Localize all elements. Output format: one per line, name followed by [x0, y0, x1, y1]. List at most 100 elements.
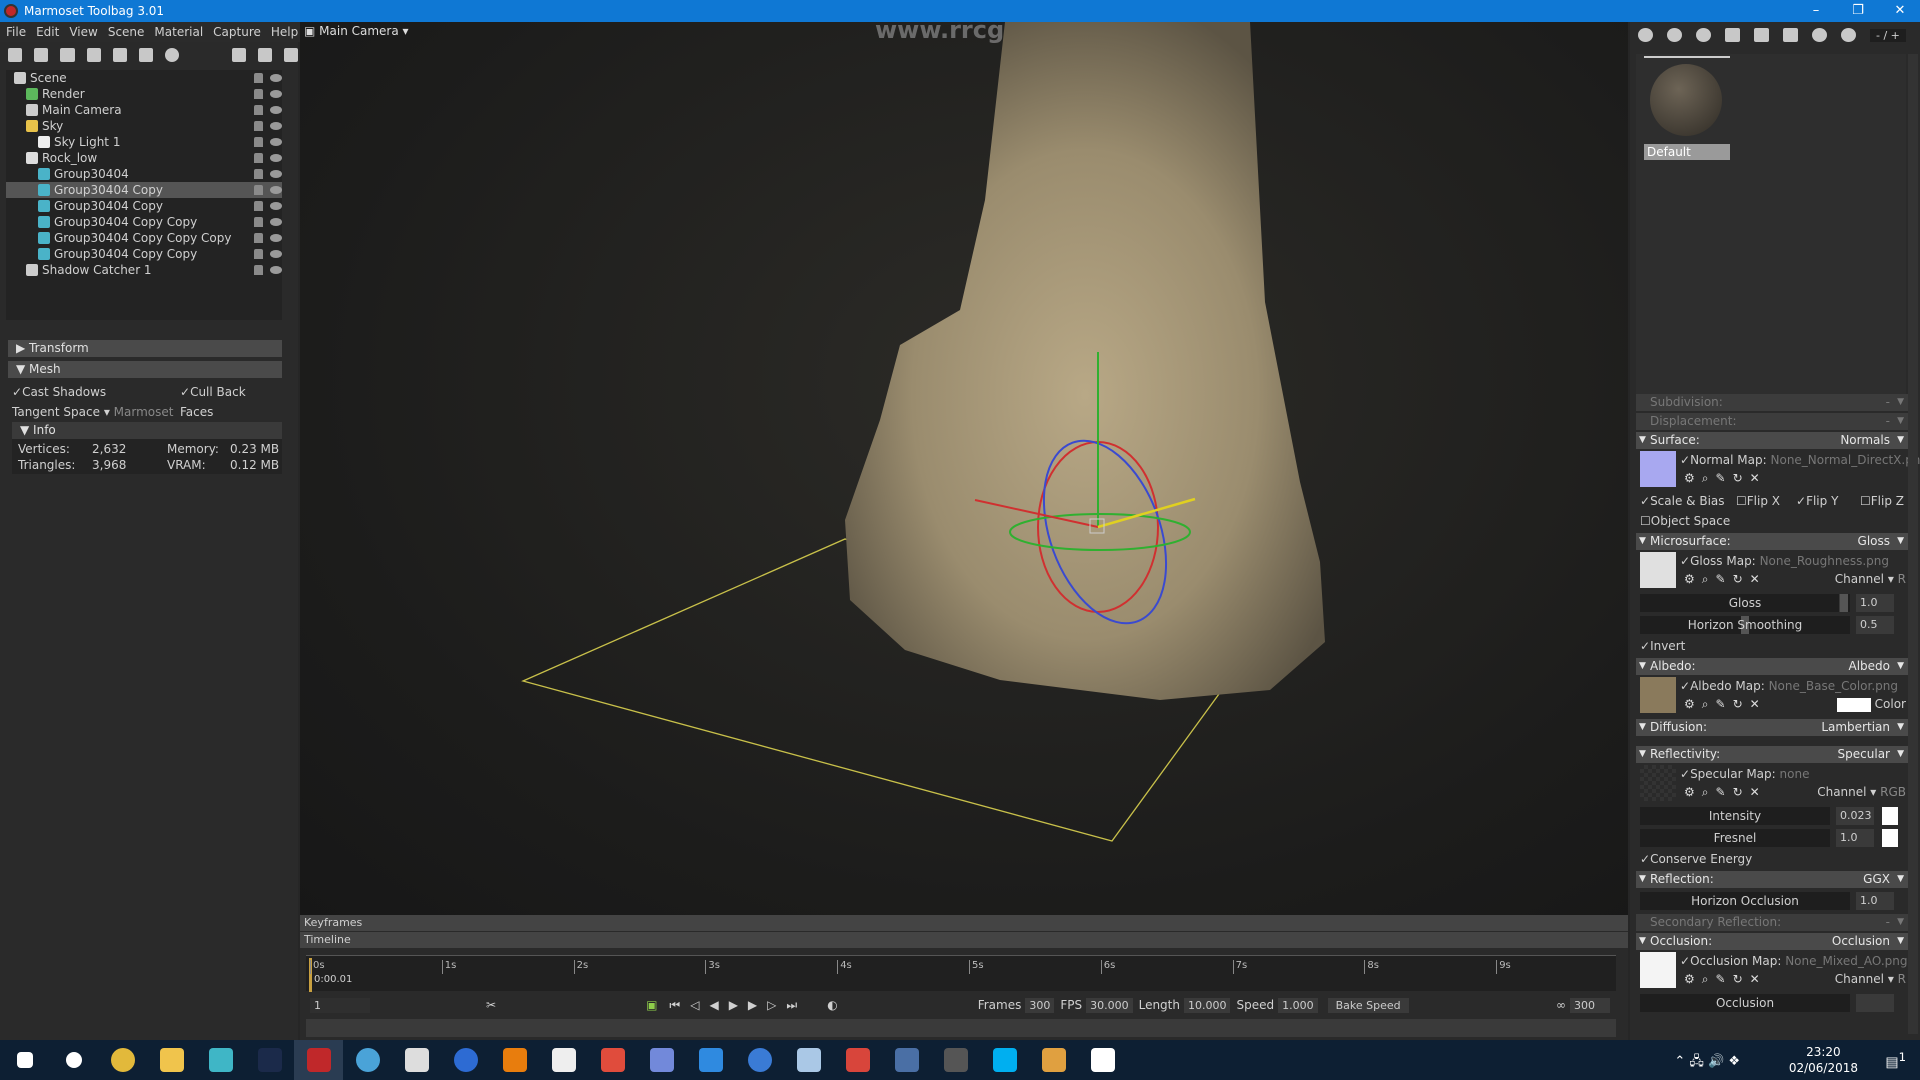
- fps-field[interactable]: 30.000: [1086, 997, 1133, 1013]
- normal-map-thumbnail[interactable]: [1640, 451, 1676, 487]
- new-material-icon[interactable]: [1638, 28, 1653, 42]
- eye-icon[interactable]: [270, 202, 282, 210]
- lock-icon[interactable]: [254, 89, 263, 99]
- microsurface-section[interactable]: ▼ Microsurface: Gloss ▼: [1636, 533, 1908, 550]
- fresnel-slider[interactable]: Fresnel 1.0: [1640, 827, 1920, 849]
- albedo-map-thumbnail[interactable]: [1640, 677, 1676, 713]
- add-turntable-icon[interactable]: [138, 48, 154, 62]
- material-pager[interactable]: - / +: [1870, 28, 1906, 42]
- eye-icon[interactable]: [270, 154, 282, 162]
- play-icon[interactable]: ▶: [729, 998, 738, 1012]
- flip-x-checkbox[interactable]: ☐Flip X: [1736, 491, 1796, 511]
- occlusion-dropdown[interactable]: Occlusion: [1832, 933, 1890, 950]
- reflectivity-dropdown[interactable]: Specular: [1838, 746, 1890, 763]
- close-icon[interactable]: ✕: [1750, 471, 1760, 486]
- displacement-section[interactable]: Displacement: - ▼: [1636, 413, 1908, 430]
- reflectivity-section[interactable]: ▼ Reflectivity: Specular ▼: [1636, 746, 1908, 763]
- pencil-icon[interactable]: ✎: [1716, 697, 1726, 712]
- folder-icon[interactable]: [231, 48, 246, 62]
- reflection-section[interactable]: ▼ Reflection: GGX ▼: [1636, 871, 1908, 888]
- keyframe-track[interactable]: [306, 1019, 1616, 1037]
- loop-icon[interactable]: ▣: [646, 998, 657, 1012]
- search-icon[interactable]: ⌕: [1702, 785, 1709, 800]
- taskbar-app[interactable]: [294, 1040, 343, 1080]
- eye-icon[interactable]: [270, 218, 282, 226]
- eye-icon[interactable]: [270, 170, 282, 178]
- tree-item[interactable]: Sky: [6, 118, 282, 134]
- taskbar-app[interactable]: [539, 1040, 588, 1080]
- menu-material[interactable]: Material: [154, 22, 203, 42]
- pencil-icon[interactable]: ✎: [1716, 572, 1726, 587]
- lock-icon[interactable]: [254, 201, 263, 211]
- add-camera-icon[interactable]: [60, 48, 75, 62]
- import-material-icon[interactable]: [1812, 28, 1827, 42]
- close-button[interactable]: ✕: [1880, 0, 1920, 22]
- flip-z-checkbox[interactable]: ☐Flip Z: [1860, 491, 1904, 511]
- surface-section[interactable]: ▼ Surface: Normals ▼: [1636, 432, 1908, 449]
- tree-item[interactable]: Group30404 Copy Copy: [6, 214, 282, 230]
- lock-icon[interactable]: [254, 233, 263, 243]
- 3d-viewport[interactable]: ▣ Main Camera ▾ www.rrcg.cn: [300, 22, 1628, 915]
- assign-material-icon[interactable]: [1783, 28, 1798, 42]
- search-icon[interactable]: ⌕: [1702, 572, 1709, 587]
- material-thumbnail-default[interactable]: Default: [1644, 56, 1730, 162]
- scissors-icon[interactable]: ✂: [486, 998, 496, 1012]
- specular-map-thumbnail[interactable]: [1640, 765, 1676, 801]
- rock-mesh[interactable]: [845, 22, 1325, 700]
- export-material-icon[interactable]: [1841, 28, 1856, 42]
- taskbar-app[interactable]: [882, 1040, 931, 1080]
- lock-icon[interactable]: [254, 137, 263, 147]
- gloss-map-file[interactable]: None_Roughness.png: [1760, 554, 1889, 568]
- eye-icon[interactable]: [270, 186, 282, 194]
- menu-edit[interactable]: Edit: [36, 22, 59, 42]
- search-icon[interactable]: ⌕: [1702, 471, 1709, 486]
- add-baker-icon[interactable]: [165, 48, 180, 62]
- tree-item[interactable]: Main Camera: [6, 102, 282, 118]
- taskbar-app[interactable]: [637, 1040, 686, 1080]
- tree-item[interactable]: Group30404: [6, 166, 282, 182]
- add-shadow-catcher-icon[interactable]: [86, 48, 101, 62]
- trash-icon[interactable]: [1754, 28, 1769, 42]
- normal-map-checkbox[interactable]: ✓Normal Map: None_Normal_DirectX.png: [1680, 453, 1920, 467]
- lock-icon[interactable]: [254, 185, 263, 195]
- conserve-energy-checkbox[interactable]: ✓Conserve Energy: [1640, 849, 1920, 869]
- specular-channel-dropdown[interactable]: Channel ▾ RGB: [1817, 785, 1906, 799]
- tree-item[interactable]: Group30404 Copy Copy Copy: [6, 230, 282, 246]
- intensity-slider[interactable]: Intensity 0.023: [1640, 805, 1920, 827]
- lock-icon[interactable]: [254, 121, 263, 131]
- eye-icon[interactable]: [270, 266, 282, 274]
- lock-icon[interactable]: [254, 265, 263, 275]
- close-icon[interactable]: ✕: [1750, 697, 1760, 712]
- fresnel-color-swatch[interactable]: [1882, 829, 1898, 847]
- notification-center-icon[interactable]: ▤1: [1885, 1050, 1906, 1071]
- close-icon[interactable]: ✕: [1750, 572, 1760, 587]
- invert-checkbox[interactable]: ✓Invert: [1640, 636, 1920, 656]
- system-tray-icons[interactable]: ⌃ 🖧 🔊 ❖: [1674, 1052, 1740, 1074]
- gloss-value[interactable]: 1.0: [1856, 594, 1894, 612]
- cull-back-faces-checkbox[interactable]: ✓Cull Back Faces: [180, 382, 282, 422]
- gear-icon[interactable]: ⚙: [1684, 572, 1695, 587]
- microsurface-dropdown[interactable]: Gloss: [1858, 533, 1890, 550]
- clock[interactable]: 23:20 02/06/2018: [1789, 1044, 1858, 1076]
- close-icon[interactable]: ✕: [1750, 972, 1760, 987]
- specular-map-file[interactable]: none: [1780, 767, 1810, 781]
- link-icon[interactable]: ∞: [1556, 998, 1566, 1012]
- gear-icon[interactable]: ⚙: [1684, 697, 1695, 712]
- timeline-ruler[interactable]: 0:00.01 0s 1s 2s 3s 4s 5s 6s 7s 8s 9s: [306, 955, 1616, 992]
- eye-icon[interactable]: [270, 250, 282, 258]
- add-sky-icon[interactable]: [112, 48, 127, 62]
- skip-end-icon[interactable]: ⏭: [786, 998, 797, 1013]
- folder-icon[interactable]: [1725, 28, 1740, 42]
- tree-item[interactable]: Shadow Catcher 1: [6, 262, 282, 278]
- intensity-value[interactable]: 0.023: [1836, 807, 1874, 825]
- speed-icon[interactable]: ◐: [827, 998, 837, 1012]
- gloss-map-thumbnail[interactable]: [1640, 552, 1676, 588]
- speed-field[interactable]: 1.000: [1278, 997, 1318, 1013]
- flip-y-checkbox[interactable]: ✓Flip Y: [1796, 491, 1860, 511]
- taskbar-app[interactable]: [0, 1040, 49, 1080]
- gear-icon[interactable]: ⚙: [1684, 785, 1695, 800]
- taskbar-app[interactable]: [833, 1040, 882, 1080]
- add-light-icon[interactable]: [34, 48, 49, 62]
- albedo-color-swatch[interactable]: [1836, 697, 1871, 712]
- current-frame-field[interactable]: 1: [310, 997, 370, 1013]
